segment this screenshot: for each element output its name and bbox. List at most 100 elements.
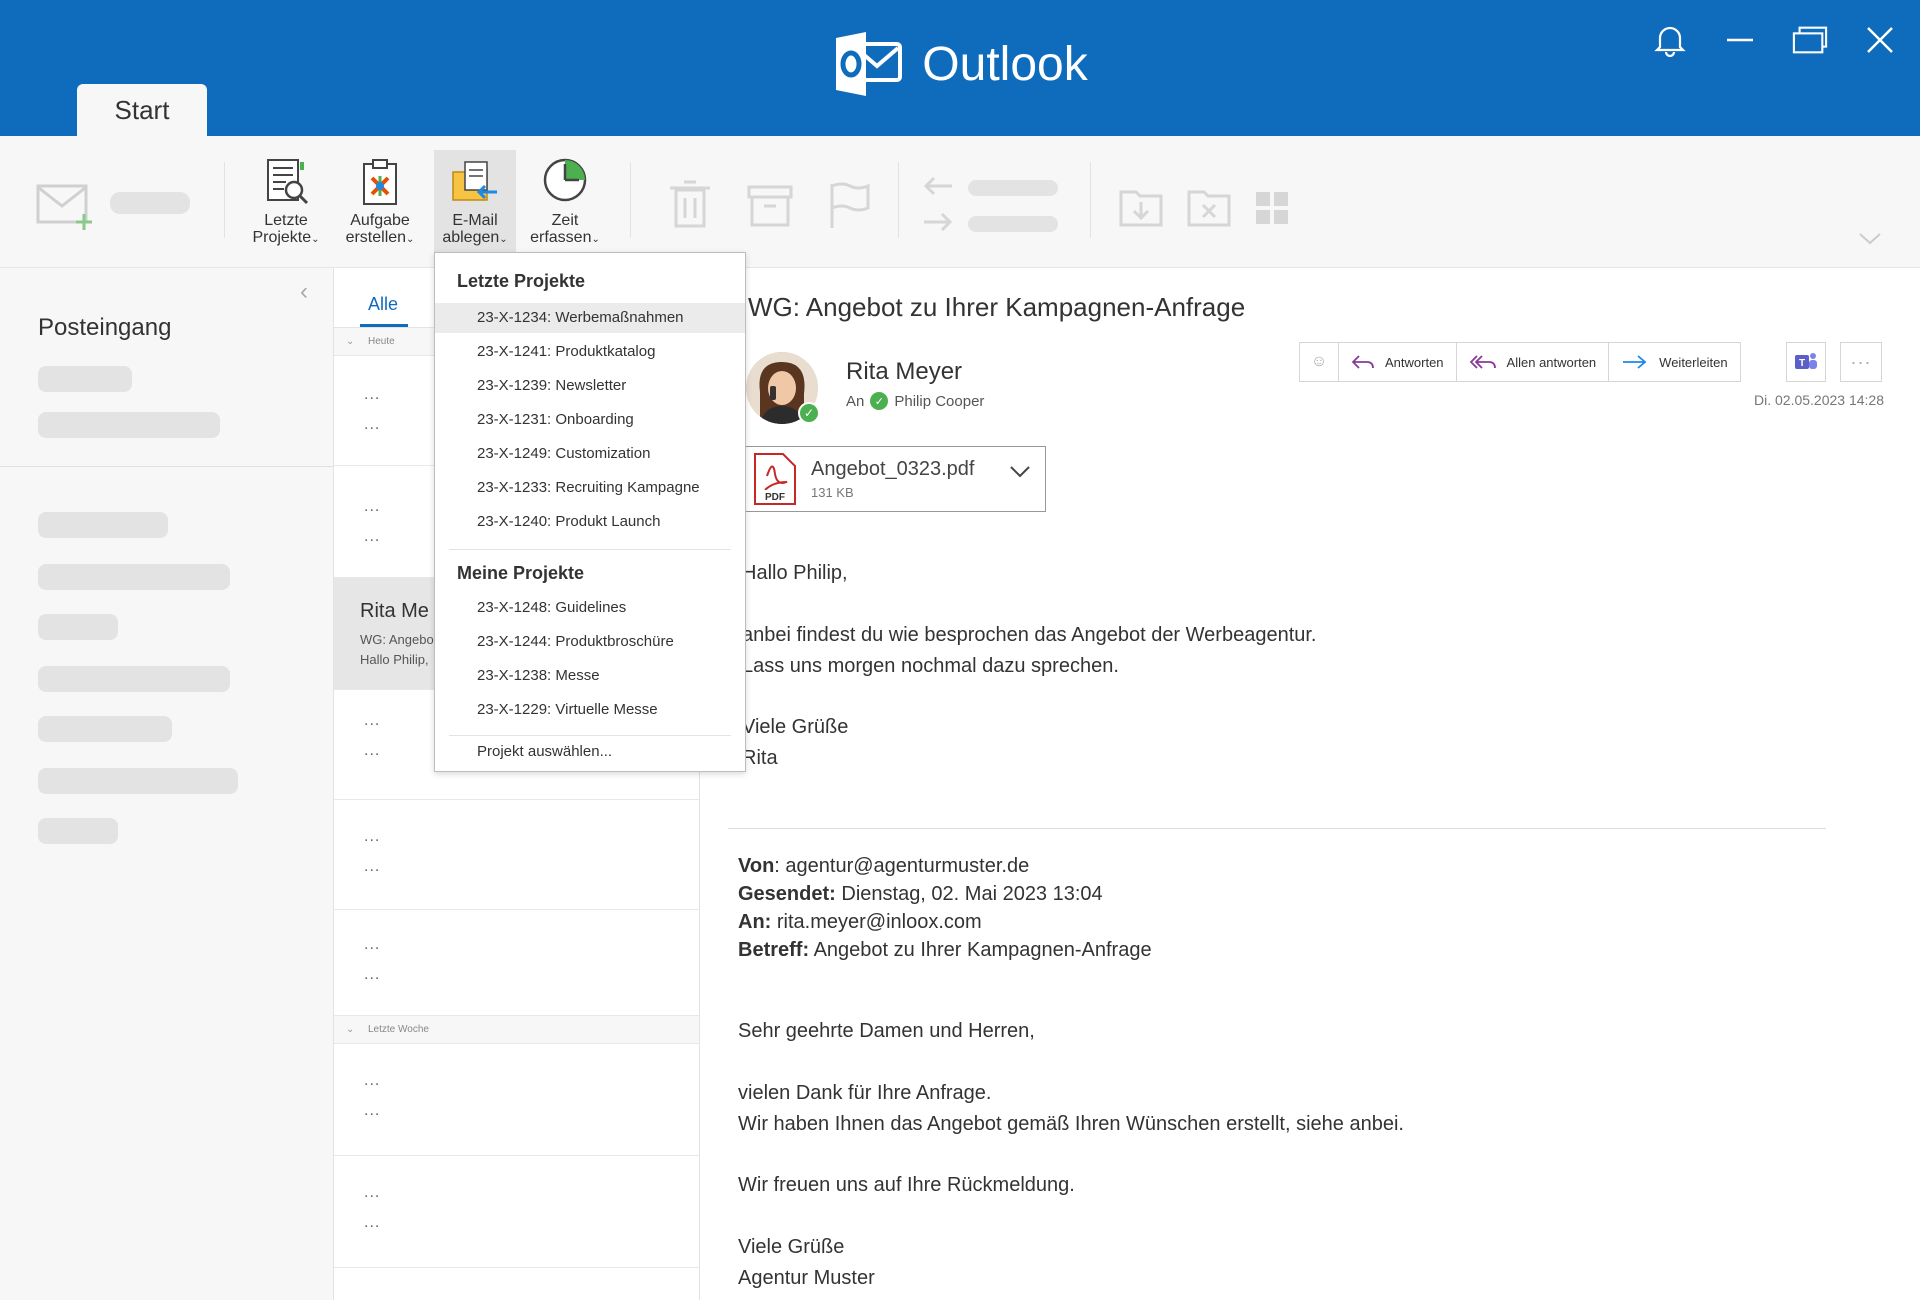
dropdown-item-project[interactable]: 23-X-1231: Onboarding <box>435 405 745 435</box>
filter-tab-all[interactable]: Alle <box>368 294 398 315</box>
mail-paragraph: anbei findest du wie besprochen das Ange… <box>742 624 1317 646</box>
new-mail-placeholder <box>110 192 190 214</box>
message-sender: Rita Me <box>360 600 429 622</box>
folder-download-icon[interactable] <box>1118 186 1164 233</box>
dropdown-item-choose-project[interactable]: Projekt auswählen... <box>435 737 745 767</box>
folder-placeholder <box>38 768 238 794</box>
list-item[interactable]: ... ... <box>334 800 699 910</box>
folder-placeholder <box>38 512 168 538</box>
ribbon-separator <box>224 162 225 238</box>
attachment-name: Angebot_0323.pdf <box>811 458 975 480</box>
recipient-name[interactable]: Philip Cooper <box>894 393 984 410</box>
reply-all-label: Allen antworten <box>1506 354 1597 370</box>
ribbon-separator <box>630 162 631 238</box>
folder-placeholder <box>38 412 220 438</box>
group-label: Letzte Woche <box>368 1024 429 1035</box>
chevron-down-icon: ⌄ <box>591 234 600 245</box>
placeholder-text: ... <box>364 1102 381 1119</box>
reply-all-button[interactable]: Allen antworten <box>1455 342 1610 382</box>
recent-projects-label-2: Projekte⌄ <box>252 229 320 246</box>
dropdown-item-project[interactable]: 23-X-1239: Newsletter <box>435 371 745 401</box>
group-label: Heute <box>368 336 395 347</box>
dropdown-item-project[interactable]: 23-X-1238: Messe <box>435 661 745 691</box>
list-item[interactable]: ... ... <box>334 1044 699 1156</box>
group-header-last-week[interactable]: ⌄ Letzte Woche <box>334 1016 699 1044</box>
close-icon[interactable] <box>1862 22 1898 58</box>
fwd-subject: Angebot zu Ihrer Kampagnen-Anfrage <box>813 939 1152 961</box>
chevron-down-icon: ⌄ <box>311 234 320 245</box>
create-task-button[interactable]: Aufgabe erstellen⌄ <box>344 156 416 248</box>
app-name: Outlook <box>922 37 1088 91</box>
ribbon-separator <box>1090 162 1091 238</box>
placeholder-text: ... <box>364 712 381 729</box>
recent-projects-button[interactable]: Letzte Projekte⌄ <box>250 156 322 248</box>
move-left-icon[interactable] <box>922 174 954 203</box>
apps-grid-icon[interactable] <box>1256 192 1288 229</box>
minimize-icon[interactable] <box>1722 22 1758 58</box>
presence-available-icon: ✓ <box>870 392 889 410</box>
forward-label: Weiterleiten <box>1659 354 1728 370</box>
folder-placeholder <box>38 818 118 844</box>
track-time-button[interactable]: Zeit erfassen⌄ <box>530 156 600 248</box>
fwd-sent: Dienstag, 02. Mai 2023 13:04 <box>841 883 1103 905</box>
file-email-button[interactable]: E-Mail ablegen⌄ <box>434 150 516 254</box>
reply-label: Antworten <box>1385 354 1444 370</box>
dropdown-header-recent: Letzte Projekte <box>457 271 586 291</box>
dropdown-item-project[interactable]: 23-X-1234: Werbemaßnahmen <box>435 303 745 333</box>
dropdown-item-project[interactable]: 23-X-1244: Produktbroschüre <box>435 627 745 657</box>
svg-text:T: T <box>1799 358 1805 369</box>
react-emoji-icon[interactable]: ☺ <box>1299 342 1339 382</box>
list-item[interactable]: ... ... <box>334 910 699 1016</box>
chevron-down-icon: ⌄ <box>346 336 355 347</box>
new-mail-icon[interactable] <box>36 184 96 237</box>
dropdown-separator <box>449 549 731 550</box>
restore-icon[interactable] <box>1792 22 1828 58</box>
folder-remove-icon[interactable] <box>1186 186 1232 233</box>
forwarded-header: Von: agentur@agenturmuster.de Gesendet: … <box>738 855 1152 961</box>
delete-icon[interactable] <box>668 180 712 235</box>
folder-placeholder <box>38 614 118 640</box>
message-subject: WG: Angebo <box>360 632 434 647</box>
tab-start[interactable]: Start <box>77 84 207 136</box>
bell-icon[interactable] <box>1652 22 1688 58</box>
dropdown-item-project[interactable]: 23-X-1241: Produktkatalog <box>435 337 745 367</box>
collapse-pane-icon[interactable]: ‹ <box>300 278 308 306</box>
fwd-closing: Viele Grüße <box>738 1236 845 1258</box>
fwd-paragraph: Wir haben Ihnen das Angebot gemäß Ihren … <box>738 1113 1404 1135</box>
sender-name[interactable]: Rita Meyer <box>846 358 962 386</box>
reply-icon <box>1351 355 1374 369</box>
dropdown-item-project[interactable]: 23-X-1240: Produkt Launch <box>435 507 745 537</box>
chevron-down-icon[interactable] <box>1009 465 1031 484</box>
chevron-down-icon: ⌄ <box>346 1024 355 1035</box>
dropdown-item-project[interactable]: 23-X-1233: Recruiting Kampagne <box>435 473 745 503</box>
fwd-paragraph: vielen Dank für Ihre Anfrage. <box>738 1082 992 1104</box>
pdf-file-icon: PDF <box>753 452 797 506</box>
attachment[interactable]: PDF Angebot_0323.pdf 131 KB <box>744 446 1046 512</box>
ribbon: Letzte Projekte⌄ Aufgabe erstellen⌄ E-Ma… <box>0 136 1920 268</box>
move-right-icon[interactable] <box>922 210 954 239</box>
list-item[interactable]: ... ... <box>334 1156 699 1268</box>
reply-button[interactable]: Antworten <box>1338 342 1457 382</box>
fwd-from[interactable]: agentur@agenturmuster.de <box>785 855 1029 877</box>
folder-divider <box>0 466 334 467</box>
folder-inbox[interactable]: Posteingang <box>38 314 171 342</box>
dropdown-item-project[interactable]: 23-X-1229: Virtuelle Messe <box>435 695 745 725</box>
more-options-icon[interactable]: ··· <box>1840 342 1882 382</box>
mail-paragraph: Lass uns morgen nochmal dazu sprechen. <box>742 655 1119 677</box>
window-controls <box>1652 22 1898 58</box>
archive-icon[interactable] <box>746 184 794 233</box>
presence-available-icon: ✓ <box>798 402 820 424</box>
file-email-icon <box>449 156 501 208</box>
title-bar: Outlook Start <box>0 0 1920 136</box>
forward-button[interactable]: Weiterleiten <box>1608 342 1741 382</box>
dropdown-item-project[interactable]: 23-X-1248: Guidelines <box>435 593 745 623</box>
flag-icon[interactable] <box>828 182 872 235</box>
fwd-sent-label: Gesendet: <box>738 883 836 905</box>
placeholder-text: ... <box>364 416 381 433</box>
folder-placeholder <box>38 716 172 742</box>
dropdown-item-project[interactable]: 23-X-1249: Customization <box>435 439 745 469</box>
teams-icon[interactable]: T <box>1786 342 1826 382</box>
quote-divider <box>728 828 1826 829</box>
ribbon-expand-chevron-icon[interactable] <box>1858 232 1882 251</box>
fwd-to[interactable]: rita.meyer@inloox.com <box>777 911 982 933</box>
